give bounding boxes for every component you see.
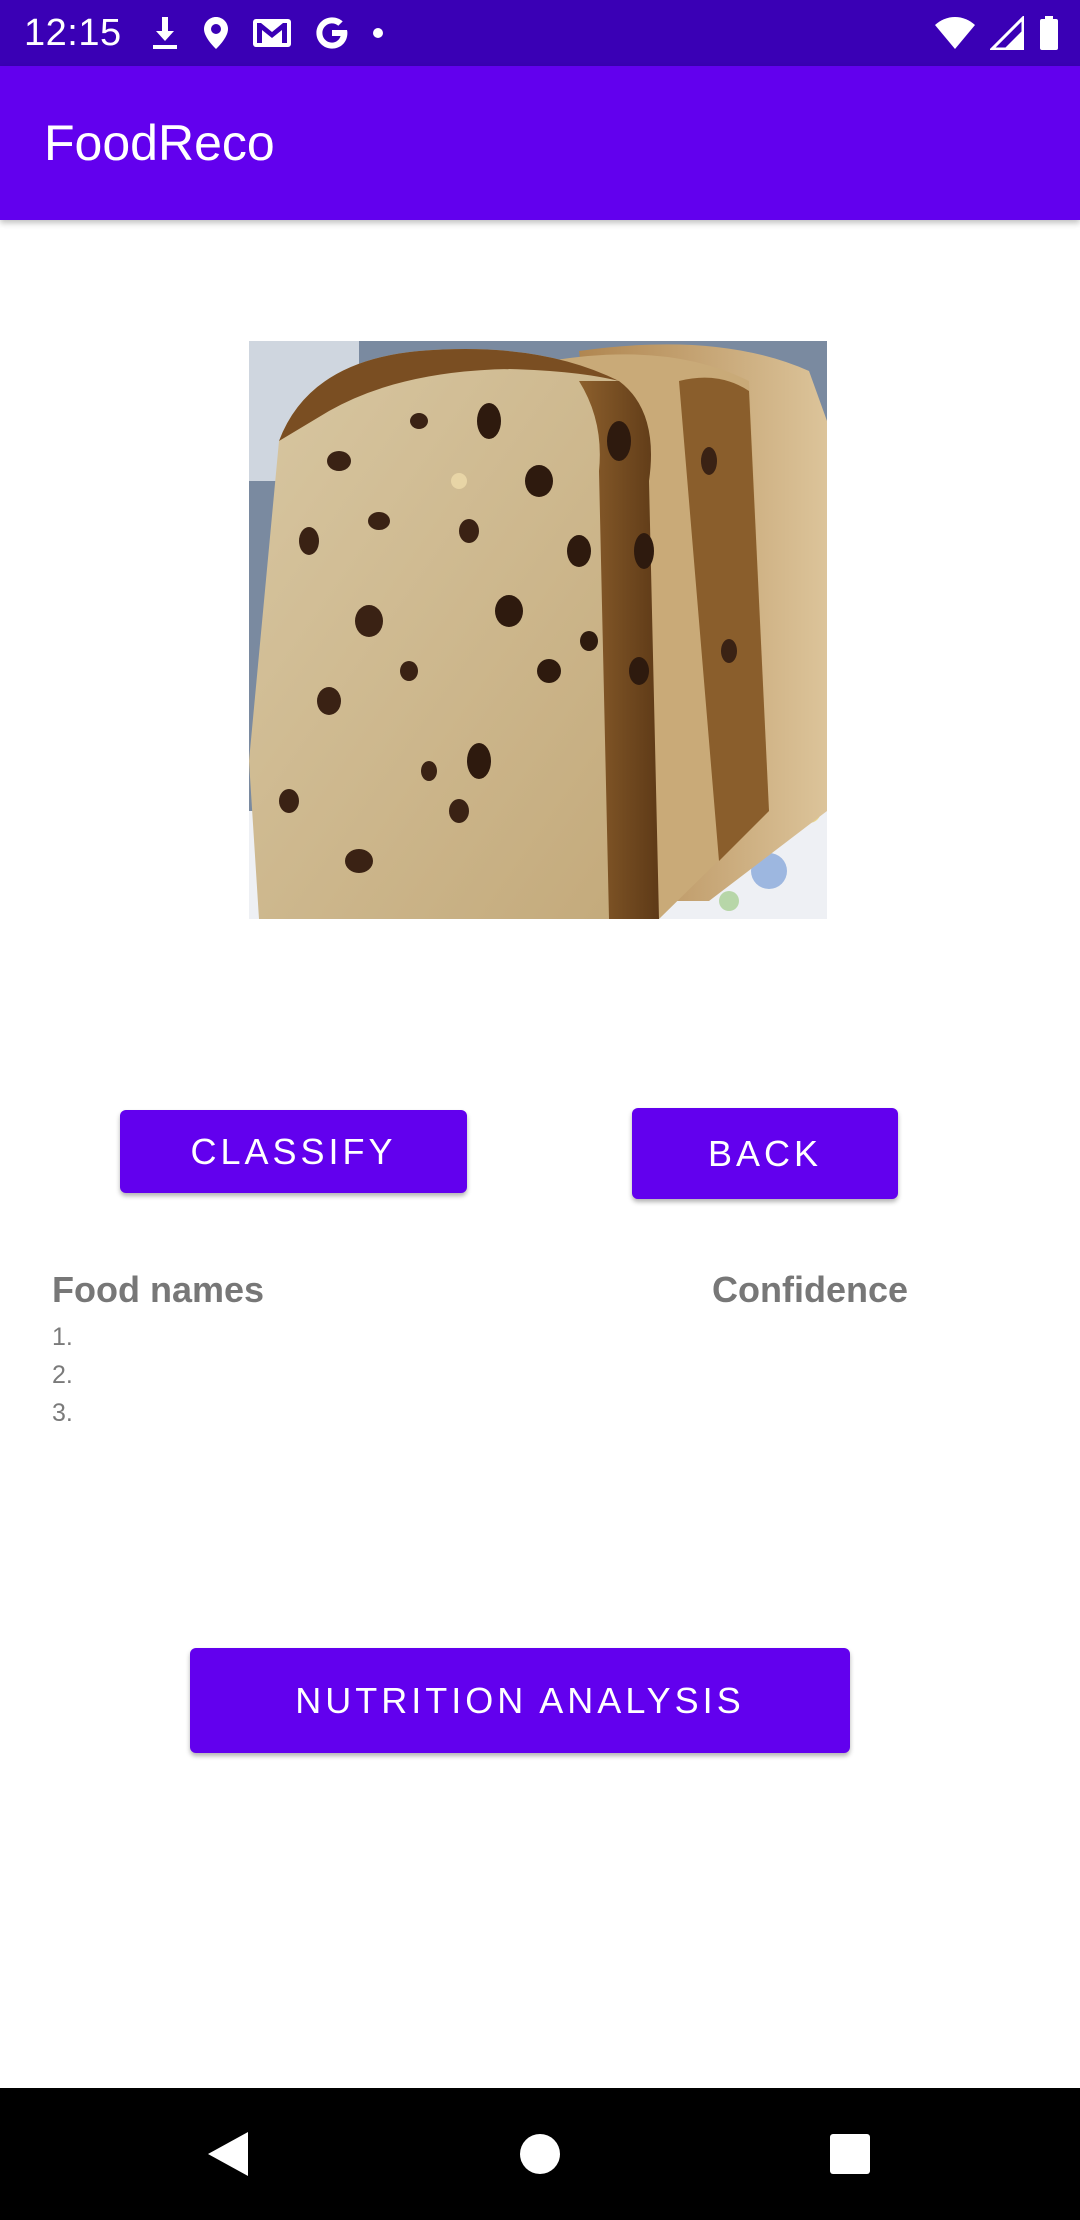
home-icon[interactable] xyxy=(510,2124,570,2184)
battery-icon xyxy=(1040,16,1058,50)
result-item-2: 2. xyxy=(52,1361,73,1389)
dot-icon xyxy=(373,28,383,38)
classify-button[interactable]: CLASSIFY xyxy=(120,1110,467,1193)
result-item-1: 1. xyxy=(52,1323,73,1351)
navigation-bar xyxy=(0,2088,1080,2220)
result-list: 1. 2. 3. xyxy=(52,1318,73,1432)
app-bar: FoodReco xyxy=(0,66,1080,220)
bread-photo xyxy=(249,341,827,919)
google-icon xyxy=(316,17,348,49)
download-icon xyxy=(153,17,177,49)
wifi-icon xyxy=(935,17,975,49)
notification-icons xyxy=(150,12,384,54)
back-icon[interactable] xyxy=(198,2124,258,2184)
gmail-icon xyxy=(253,19,291,47)
status-time: 12:15 xyxy=(24,12,122,54)
system-icons xyxy=(934,12,1060,54)
food-names-header: Food names xyxy=(52,1269,265,1310)
signal-icon xyxy=(990,16,1024,50)
location-icon xyxy=(204,17,228,49)
confidence-header: Confidence xyxy=(712,1269,909,1310)
status-bar: 12:15 xyxy=(0,0,1080,66)
result-item-3: 3. xyxy=(52,1399,73,1427)
food-image xyxy=(249,341,827,919)
back-button[interactable]: BACK xyxy=(632,1108,898,1199)
recents-icon[interactable] xyxy=(820,2124,880,2184)
nutrition-analysis-button[interactable]: NUTRITION ANALYSIS xyxy=(190,1648,850,1753)
app-title: FoodReco xyxy=(44,115,275,171)
